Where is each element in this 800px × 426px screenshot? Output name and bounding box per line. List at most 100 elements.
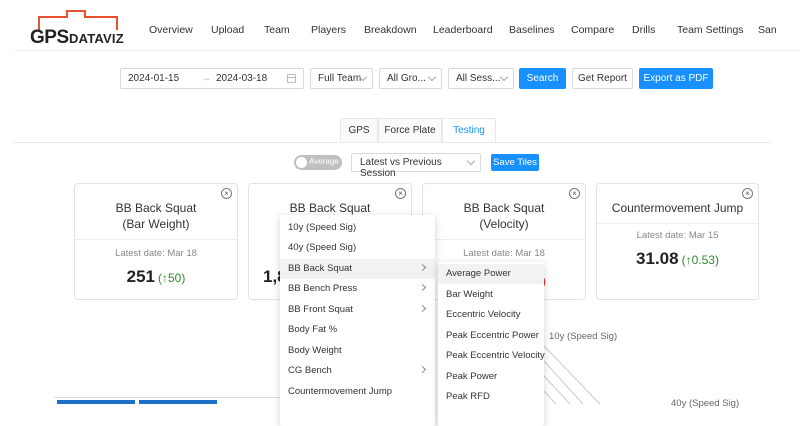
- menu-item[interactable]: 10y (Speed Sig): [280, 218, 435, 238]
- card-divider: [423, 239, 585, 240]
- radar-label: 40y (Speed Sig): [671, 398, 740, 409]
- export-pdf-button[interactable]: Export as PDF: [639, 68, 713, 89]
- submenu-item[interactable]: Peak Eccentric Velocity: [438, 346, 545, 366]
- nav-compare[interactable]: Compare: [571, 24, 614, 36]
- card-divider: [597, 223, 758, 224]
- logo-dataviz-text: DATAVIZ: [69, 31, 124, 46]
- date-range-picker[interactable]: 2024-01-15 → 2024-03-18: [120, 68, 304, 89]
- nav-upload[interactable]: Upload: [211, 24, 244, 36]
- card-value-row: 31.08 (↑0.53): [597, 249, 758, 269]
- metric-card: Countermovement Jump × Latest date: Mar …: [596, 183, 759, 300]
- card-delta: (↑50): [158, 271, 186, 285]
- nav-divider: [14, 50, 800, 51]
- metric-card: BB Back Squat (Bar Weight) × Latest date…: [74, 183, 238, 300]
- submenu-item[interactable]: Peak RFD: [438, 387, 544, 407]
- card-subtitle: (Bar Weight): [122, 217, 190, 231]
- tab-force-plate[interactable]: Force Plate: [378, 118, 442, 142]
- close-icon[interactable]: ×: [569, 188, 580, 199]
- chevron-down-icon: [427, 72, 437, 82]
- calendar-icon: [287, 74, 296, 83]
- chevron-right-icon: [418, 365, 427, 374]
- menu-item[interactable]: 40y (Speed Sig): [280, 238, 435, 258]
- card-value: 251: [126, 267, 156, 286]
- menu-item[interactable]: Countermovement Jump: [280, 382, 435, 402]
- submenu-item[interactable]: Peak Power: [438, 367, 544, 387]
- card-date: Latest date: Mar 18: [115, 248, 197, 259]
- menu-item[interactable]: Body Weight: [280, 341, 435, 361]
- card-value: 31.08: [636, 249, 679, 268]
- nav-team[interactable]: Team: [264, 24, 290, 36]
- menu-item-label: BB Back Squat: [288, 263, 352, 274]
- save-tiles-button[interactable]: Save Tiles: [491, 154, 539, 171]
- submenu-item[interactable]: Peak Eccentric Power: [438, 326, 544, 346]
- menu-item-label: Body Fat %: [288, 324, 338, 335]
- close-icon[interactable]: ×: [395, 188, 406, 199]
- chevron-right-icon: [418, 263, 427, 272]
- nav-leaderboard[interactable]: Leaderboard: [433, 24, 493, 36]
- close-icon[interactable]: ×: [742, 188, 753, 199]
- card-date: Latest date: Mar 15: [636, 230, 719, 241]
- sessions-select[interactable]: All Sess...: [448, 68, 514, 89]
- sessions-select-value: All Sess...: [456, 73, 501, 84]
- chevron-down-icon: [499, 72, 509, 82]
- menu-item[interactable]: Body Fat %: [280, 320, 435, 340]
- tabs-divider: [14, 142, 770, 143]
- card-title: BB Back Squat: [463, 201, 545, 215]
- menu-item[interactable]: BB Bench Press: [280, 279, 435, 299]
- logo-roof-icon: [66, 10, 86, 18]
- card-date: Latest date: Mar 18: [463, 248, 545, 259]
- menu-item-label: BB Bench Press: [288, 283, 358, 294]
- team-select[interactable]: Full Team: [310, 68, 373, 89]
- menu-item[interactable]: BB Back Squat: [280, 259, 435, 279]
- logo-gps-text: GPS: [30, 27, 69, 48]
- comparison-select-value: Latest vs Previous Session: [360, 157, 442, 179]
- nav-team-settings[interactable]: Team Settings: [677, 24, 744, 36]
- bottom-tab[interactable]: [139, 400, 217, 404]
- menu-item-label: 10y (Speed Sig): [288, 222, 357, 233]
- groups-select-value: All Gro...: [387, 73, 426, 84]
- menu-item[interactable]: CG Bench: [280, 361, 435, 381]
- radar-grid-line: [542, 344, 601, 405]
- nav-overview[interactable]: Overview: [149, 24, 193, 36]
- card-subtitle: (Velocity): [479, 217, 529, 231]
- radar-label: 10y (Speed Sig): [549, 331, 618, 342]
- card-divider: [75, 239, 237, 240]
- date-arrow-icon: →: [201, 73, 211, 84]
- card-value-row: ): [539, 270, 585, 290]
- menu-item-label: Countermovement Jump: [288, 386, 393, 397]
- radar-grid-line: [542, 359, 584, 405]
- search-button[interactable]: Search: [519, 68, 566, 89]
- submenu-item[interactable]: Eccentric Velocity: [438, 305, 544, 325]
- menu-item-label: CG Bench: [288, 365, 332, 376]
- tab-testing[interactable]: Testing: [442, 118, 496, 142]
- card-title: BB Back Squat: [115, 201, 197, 215]
- menu-item-label: BB Front Squat: [288, 304, 353, 315]
- submenu-item[interactable]: Bar Weight: [438, 285, 544, 305]
- get-report-button[interactable]: Get Report: [572, 68, 633, 89]
- card-value-row: 251 (↑50): [75, 267, 237, 287]
- logo[interactable]: GPS DATAVIZ: [30, 10, 126, 48]
- menu-item-label: 40y (Speed Sig): [288, 242, 357, 253]
- nav-baselines[interactable]: Baselines: [509, 24, 555, 36]
- nav-san[interactable]: San: [758, 24, 777, 36]
- menu-item-label: Body Weight: [288, 345, 342, 356]
- radar-grid-line: [542, 374, 571, 405]
- tab-gps[interactable]: GPS: [340, 118, 378, 142]
- nav-breakdown[interactable]: Breakdown: [364, 24, 417, 36]
- toggle-knob: [296, 157, 307, 168]
- end-date[interactable]: 2024-03-18: [216, 73, 267, 84]
- card-title: Countermovement Jump: [611, 201, 744, 215]
- submenu-item[interactable]: Average Power: [438, 264, 544, 284]
- start-date[interactable]: 2024-01-15: [128, 73, 179, 84]
- menu-item[interactable]: BB Front Squat: [280, 300, 435, 320]
- nav-drills[interactable]: Drills: [632, 24, 655, 36]
- comparison-select[interactable]: Latest vs Previous Session: [351, 153, 481, 179]
- metric-menu: 10y (Speed Sig) 40y (Speed Sig) BB Back …: [280, 215, 435, 426]
- average-toggle-label: Average: [309, 157, 339, 166]
- bottom-tab[interactable]: [57, 400, 135, 404]
- close-icon[interactable]: ×: [221, 188, 232, 199]
- groups-select[interactable]: All Gro...: [379, 68, 442, 89]
- average-toggle[interactable]: Average: [294, 155, 342, 170]
- card-delta: (↑0.53): [681, 253, 719, 267]
- nav-players[interactable]: Players: [311, 24, 346, 36]
